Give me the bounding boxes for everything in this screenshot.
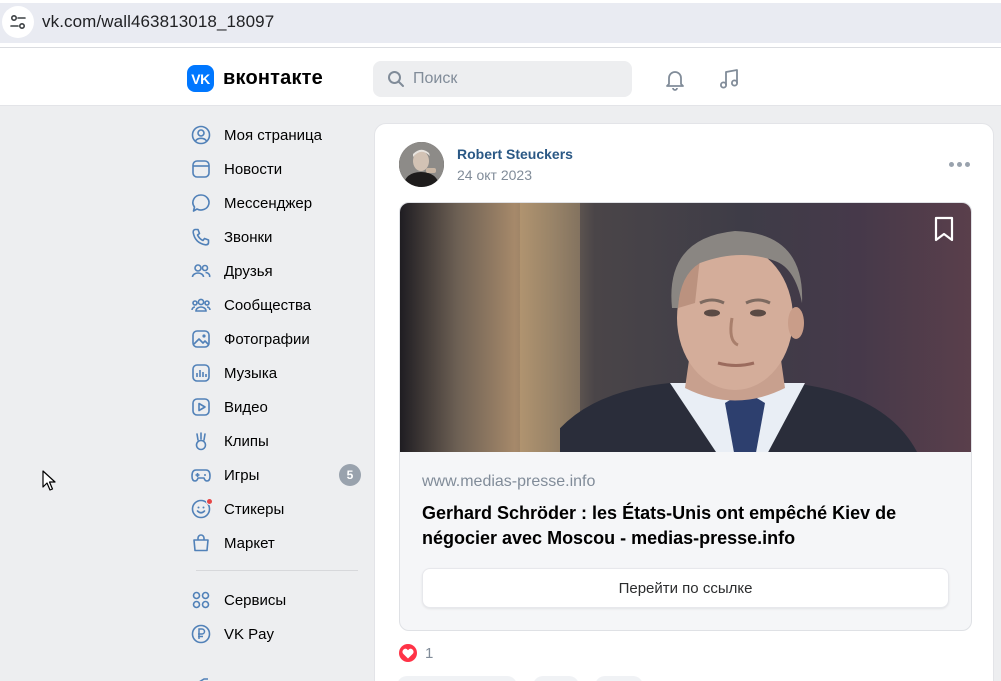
nav-music[interactable]: Музыка: [186, 356, 366, 390]
nav-games[interactable]: Игры 5: [186, 458, 366, 492]
video-icon: [190, 396, 212, 418]
share-action-button[interactable]: [595, 676, 643, 681]
search-box[interactable]: [373, 61, 632, 97]
nav-label: Сообщества: [224, 296, 312, 314]
music-note-icon[interactable]: [716, 66, 742, 92]
vk-logo-icon: VK: [187, 65, 214, 92]
likes-count: 1: [425, 644, 434, 662]
friends-icon: [190, 260, 212, 282]
nav-label: Маркет: [224, 534, 275, 552]
post-date[interactable]: 24 окт 2023: [457, 167, 532, 183]
nav-calls[interactable]: Звонки: [186, 220, 366, 254]
gamepad-icon: [190, 464, 212, 486]
nav-label: Музыка: [224, 364, 278, 382]
nav-stickers[interactable]: Стикеры: [186, 492, 366, 526]
portrait-image: [560, 231, 917, 452]
nav-photos[interactable]: Фотографии: [186, 322, 366, 356]
vk-logo-text: вконтакте: [223, 67, 323, 89]
nav-label: Стикеры: [224, 500, 285, 518]
market-bag-icon: [190, 532, 212, 554]
music-icon: [190, 362, 212, 384]
left-nav: Моя страница Новости Мессенджер Звонки Д…: [186, 118, 366, 651]
nav-more-icon[interactable]: [190, 672, 210, 681]
nav-my-page[interactable]: Моя страница: [186, 118, 366, 152]
nav-label: Сервисы: [224, 591, 287, 609]
nav-label: Друзья: [224, 262, 273, 280]
likes-summary[interactable]: 1: [399, 644, 433, 662]
link-preview-image[interactable]: [400, 203, 971, 452]
nav-label: Игры: [224, 466, 260, 484]
open-link-button[interactable]: Перейти по ссылке: [422, 568, 949, 608]
nav-label: Моя страница: [224, 126, 322, 144]
nav-label: Клипы: [224, 432, 269, 450]
search-icon: [387, 70, 405, 93]
nav-divider: [196, 570, 358, 571]
link-title[interactable]: Gerhard Schröder : les États-Unis ont em…: [422, 501, 952, 551]
nav-label: Видео: [224, 398, 268, 416]
author-avatar[interactable]: [399, 142, 444, 187]
nav-vkpay[interactable]: VK Pay: [186, 617, 366, 651]
bookmark-icon[interactable]: [932, 215, 956, 248]
communities-icon: [190, 294, 212, 316]
more-options-icon[interactable]: [949, 162, 970, 167]
nav-market[interactable]: Маркет: [186, 526, 366, 560]
comment-action-button[interactable]: [533, 676, 579, 681]
nav-services[interactable]: Сервисы: [186, 583, 366, 617]
like-action-button[interactable]: [397, 676, 517, 681]
nav-clips[interactable]: Клипы: [186, 424, 366, 458]
nav-messenger[interactable]: Мессенджер: [186, 186, 366, 220]
link-attachment[interactable]: www.medias-presse.info Gerhard Schröder …: [399, 202, 972, 631]
vkpay-icon: [190, 623, 212, 645]
nav-label: Звонки: [224, 228, 273, 246]
services-grid-icon: [190, 589, 212, 611]
photo-icon: [190, 328, 212, 350]
vk-logo[interactable]: VK вконтакте: [187, 65, 323, 92]
news-icon: [190, 158, 212, 180]
link-domain[interactable]: www.medias-presse.info: [422, 473, 595, 491]
url-text[interactable]: vk.com/wall463813018_18097: [42, 12, 274, 32]
user-circle-icon: [190, 124, 212, 146]
site-settings-icon[interactable]: [2, 6, 34, 38]
nav-news[interactable]: Новости: [186, 152, 366, 186]
nav-label: Новости: [224, 160, 283, 178]
browser-address-bar: vk.com/wall463813018_18097: [0, 0, 1001, 48]
notification-dot: [206, 498, 213, 505]
nav-friends[interactable]: Друзья: [186, 254, 366, 288]
search-input[interactable]: [413, 61, 623, 97]
nav-label: Фотографии: [224, 330, 310, 348]
post-card: Robert Steuckers 24 окт 2023 www.medias-…: [374, 123, 994, 681]
sticker-icon: [190, 498, 213, 520]
vk-header: VK вконтакте: [0, 48, 1001, 106]
clips-icon: [190, 430, 212, 452]
notifications-bell-icon[interactable]: [662, 66, 688, 92]
heart-icon: [399, 644, 417, 662]
nav-label: Мессенджер: [224, 194, 313, 212]
phone-icon: [190, 226, 212, 248]
mouse-cursor-icon: [42, 470, 56, 497]
nav-communities[interactable]: Сообщества: [186, 288, 366, 322]
nav-video[interactable]: Видео: [186, 390, 366, 424]
post-author[interactable]: Robert Steuckers: [457, 146, 573, 162]
nav-label: VK Pay: [224, 625, 275, 643]
games-count-badge: 5: [339, 464, 361, 486]
message-icon: [190, 192, 212, 214]
